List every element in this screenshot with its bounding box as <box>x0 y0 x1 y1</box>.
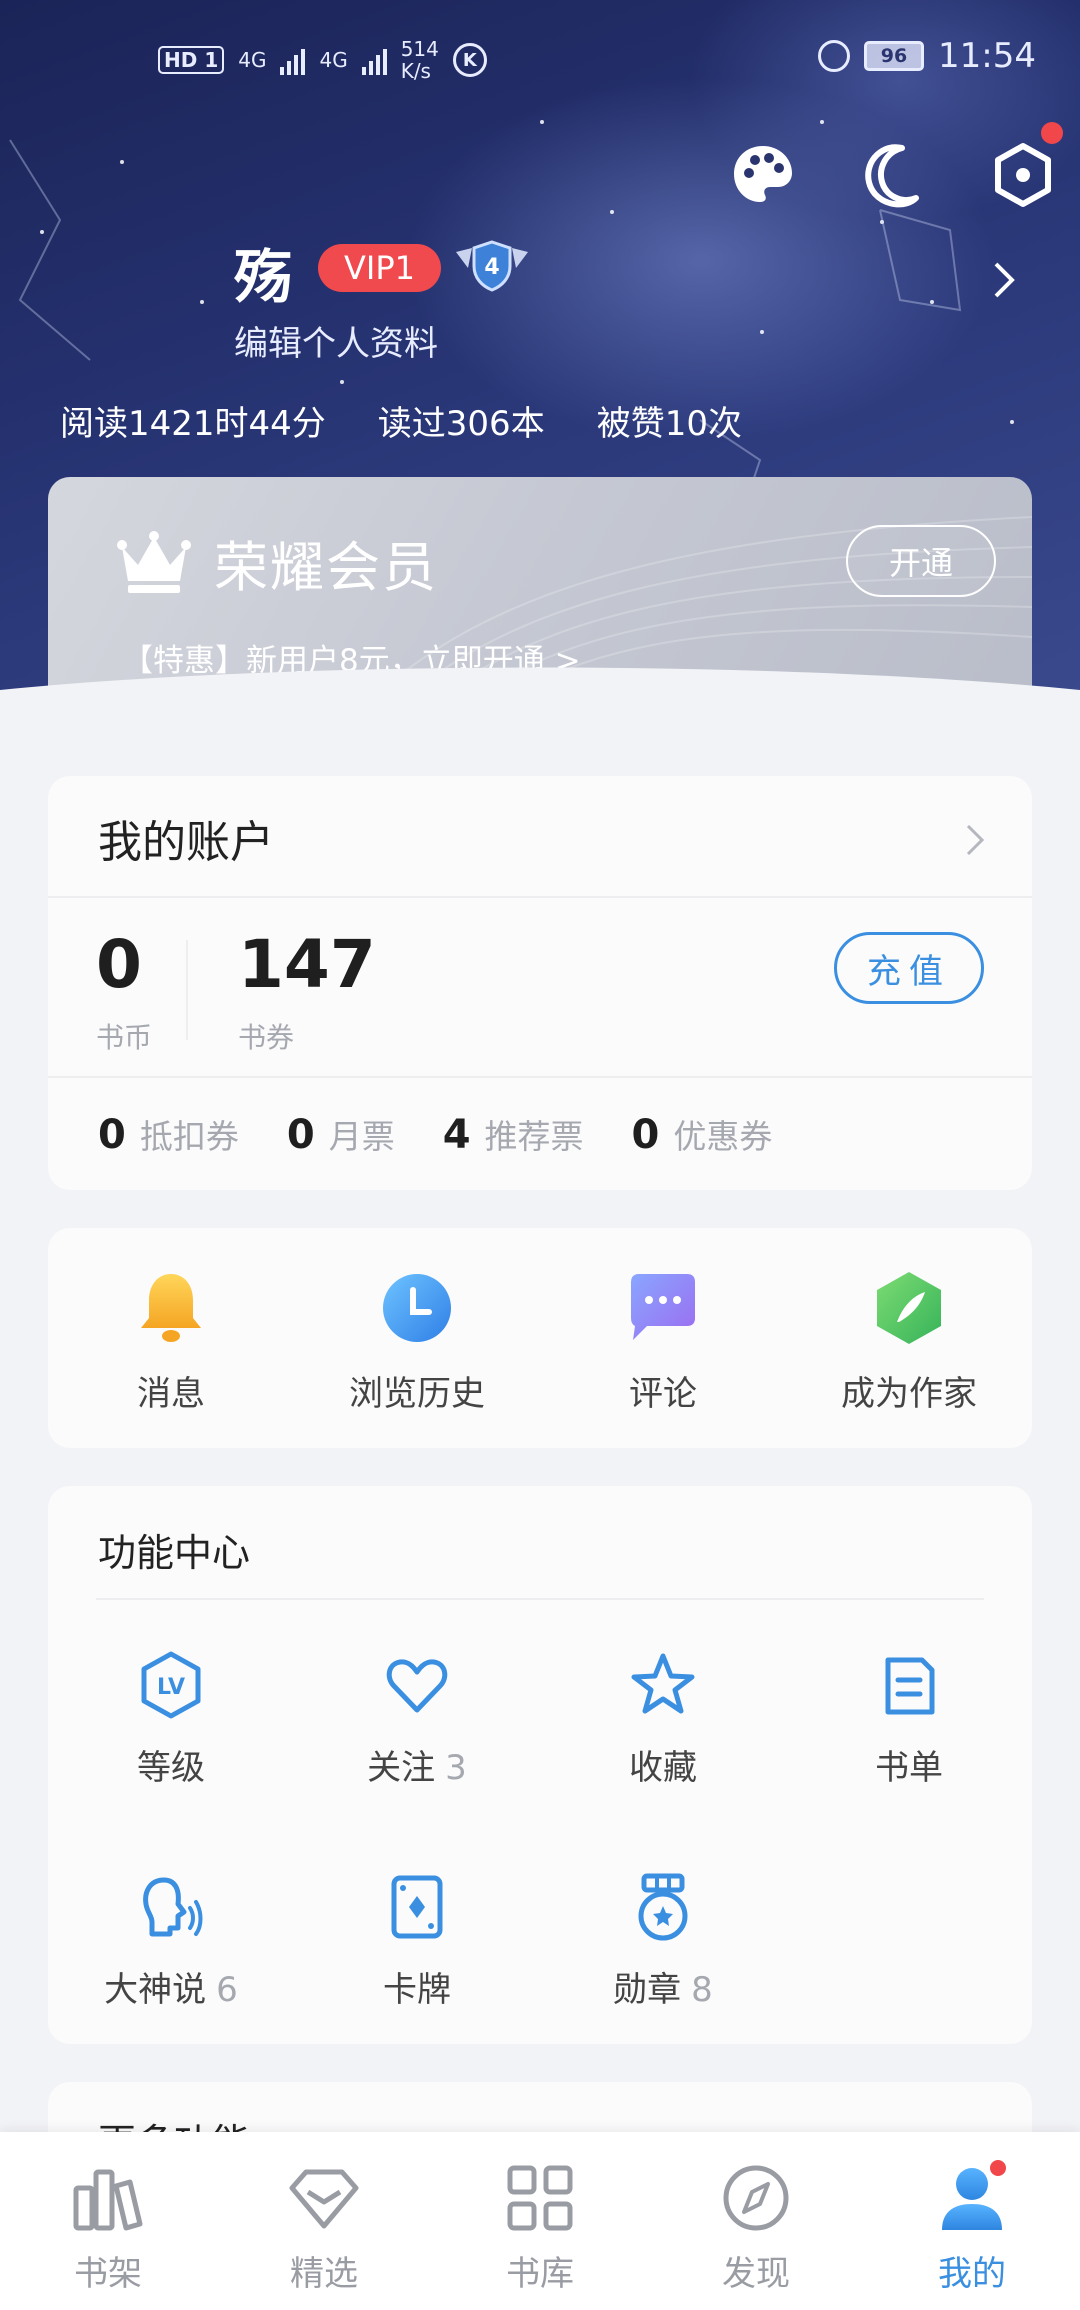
level-icon: LV <box>141 1651 201 1719</box>
user-icon <box>942 2160 1006 2230</box>
account-card: 我的账户 0 书币 147 书券 充值 0 抵扣券 0 月票 4 推荐票 0 优惠券 <box>48 776 1032 1190</box>
network-type-1: 4G <box>238 48 267 72</box>
palette-icon[interactable] <box>728 140 798 210</box>
func-level[interactable]: LV 等级 <box>48 1650 294 1789</box>
nav-discover[interactable]: 发现 <box>648 2132 864 2310</box>
clock-time: 11:54 <box>938 36 1036 76</box>
bottom-nav: 书架 精选 书库 发现 我的 <box>0 2132 1080 2310</box>
func-medals[interactable]: 勋章 8 <box>540 1872 786 2011</box>
chat-icon <box>631 1274 695 1340</box>
notification-dot <box>1041 122 1063 144</box>
svg-text:LV: LV <box>157 1675 185 1700</box>
recharge-button[interactable]: 充值 <box>834 932 984 1004</box>
nav-label: 我的 <box>938 2254 1006 2294</box>
quill-icon <box>877 1272 941 1344</box>
alarm-icon <box>818 40 851 72</box>
compass-icon <box>723 2165 789 2231</box>
quick-messages[interactable]: 消息 <box>48 1268 294 1415</box>
star-icon <box>631 1653 695 1714</box>
edit-profile-link[interactable]: 编辑个人资料 <box>234 316 438 365</box>
nav-label: 书架 <box>74 2254 142 2294</box>
medal-icon <box>638 1873 688 1941</box>
nav-mine[interactable]: 我的 <box>864 2132 1080 2310</box>
svg-text:4: 4 <box>484 255 499 280</box>
account-divider <box>48 1076 1032 1078</box>
account-divider <box>48 896 1032 898</box>
quick-comments[interactable]: 评论 <box>540 1268 786 1415</box>
vip-open-button[interactable]: 开通 <box>846 525 996 597</box>
k-app-icon: K <box>452 43 487 77</box>
bookshelf-icon <box>73 2169 143 2231</box>
function-center-title: 功能中心 <box>98 1531 251 1575</box>
heart-icon <box>386 1659 448 1713</box>
func-booklist[interactable]: 书单 <box>786 1650 1032 1789</box>
function-center-card: 功能中心 LV 等级 关注 3 收藏 书单 大神说 6 卡牌 勋章 8 <box>48 1486 1032 2044</box>
signal-icon <box>280 45 306 75</box>
level-shield-icon[interactable]: 4 <box>452 238 532 294</box>
signal-icon <box>361 45 387 75</box>
nav-bookshelf[interactable]: 书架 <box>0 2132 216 2310</box>
nav-featured[interactable]: 精选 <box>216 2132 432 2310</box>
nav-label: 发现 <box>722 2254 790 2294</box>
grid-icon <box>507 2165 573 2231</box>
profile-name[interactable]: 殇 <box>234 230 292 314</box>
nav-library[interactable]: 书库 <box>432 2132 648 2310</box>
network-type-2: 4G <box>319 48 348 72</box>
card-icon <box>391 1875 443 1939</box>
night-mode-icon[interactable] <box>858 140 928 210</box>
ticket-recommend[interactable]: 4 推荐票 <box>443 1110 584 1158</box>
quick-become-writer[interactable]: 成为作家 <box>786 1268 1032 1415</box>
voucher-balance[interactable]: 147 <box>238 926 376 1003</box>
stat-likes: 被赞10次 <box>596 404 742 444</box>
ticket-coupon[interactable]: 0 优惠券 <box>632 1110 773 1158</box>
function-divider <box>96 1598 984 1600</box>
ticket-deduction[interactable]: 0 抵扣券 <box>98 1110 239 1158</box>
reading-stats: 阅读1421时44分 读过306本 被赞10次 <box>60 396 742 445</box>
booklist-icon <box>885 1657 935 1715</box>
func-master-talk[interactable]: 大神说 6 <box>48 1872 294 2011</box>
crown-icon <box>117 531 191 593</box>
ticket-monthly[interactable]: 0 月票 <box>287 1110 395 1158</box>
header-curve <box>0 667 1080 720</box>
quick-history[interactable]: 浏览历史 <box>294 1268 540 1415</box>
func-cards[interactable]: 卡牌 <box>294 1872 540 2011</box>
status-bar: HD 1 4G 4G 514 K/s K 96 11:54 <box>0 0 1080 120</box>
stat-reading-time: 阅读1421时44分 <box>60 404 326 444</box>
profile-header: HD 1 4G 4G 514 K/s K 96 11:54 殇 VIP1 4 编… <box>0 0 1080 720</box>
func-follow[interactable]: 关注 3 <box>294 1650 540 1789</box>
quick-actions-card: 消息 浏览历史 评论 成为作家 <box>48 1228 1032 1448</box>
clock-icon <box>383 1274 451 1342</box>
func-favorites[interactable]: 收藏 <box>540 1650 786 1789</box>
stat-books-read: 读过306本 <box>377 404 545 444</box>
chevron-right-icon[interactable] <box>990 260 1020 300</box>
nav-label: 书库 <box>506 2254 574 2294</box>
balance-separator <box>186 940 188 1040</box>
vip-title: 荣耀会员 <box>214 536 438 599</box>
ticket-row: 0 抵扣券 0 月票 4 推荐票 0 优惠券 <box>98 1110 772 1158</box>
nav-label: 精选 <box>290 2254 358 2294</box>
settings-icon[interactable] <box>988 140 1058 210</box>
battery-icon: 96 <box>864 41 925 71</box>
diamond-icon <box>289 2169 359 2229</box>
network-speed: 514 K/s <box>400 37 439 83</box>
chevron-right-icon[interactable] <box>964 822 988 858</box>
bell-icon <box>141 1274 201 1342</box>
speaker-icon <box>143 1877 203 1937</box>
voucher-label: 书券 <box>238 1021 295 1054</box>
account-title[interactable]: 我的账户 <box>98 806 274 870</box>
vip-badge[interactable]: VIP1 <box>318 244 441 292</box>
coin-label: 书币 <box>96 1021 153 1054</box>
coin-balance[interactable]: 0 <box>96 926 142 1003</box>
header-actions <box>680 122 1080 210</box>
hd-indicator: HD 1 <box>158 46 225 74</box>
